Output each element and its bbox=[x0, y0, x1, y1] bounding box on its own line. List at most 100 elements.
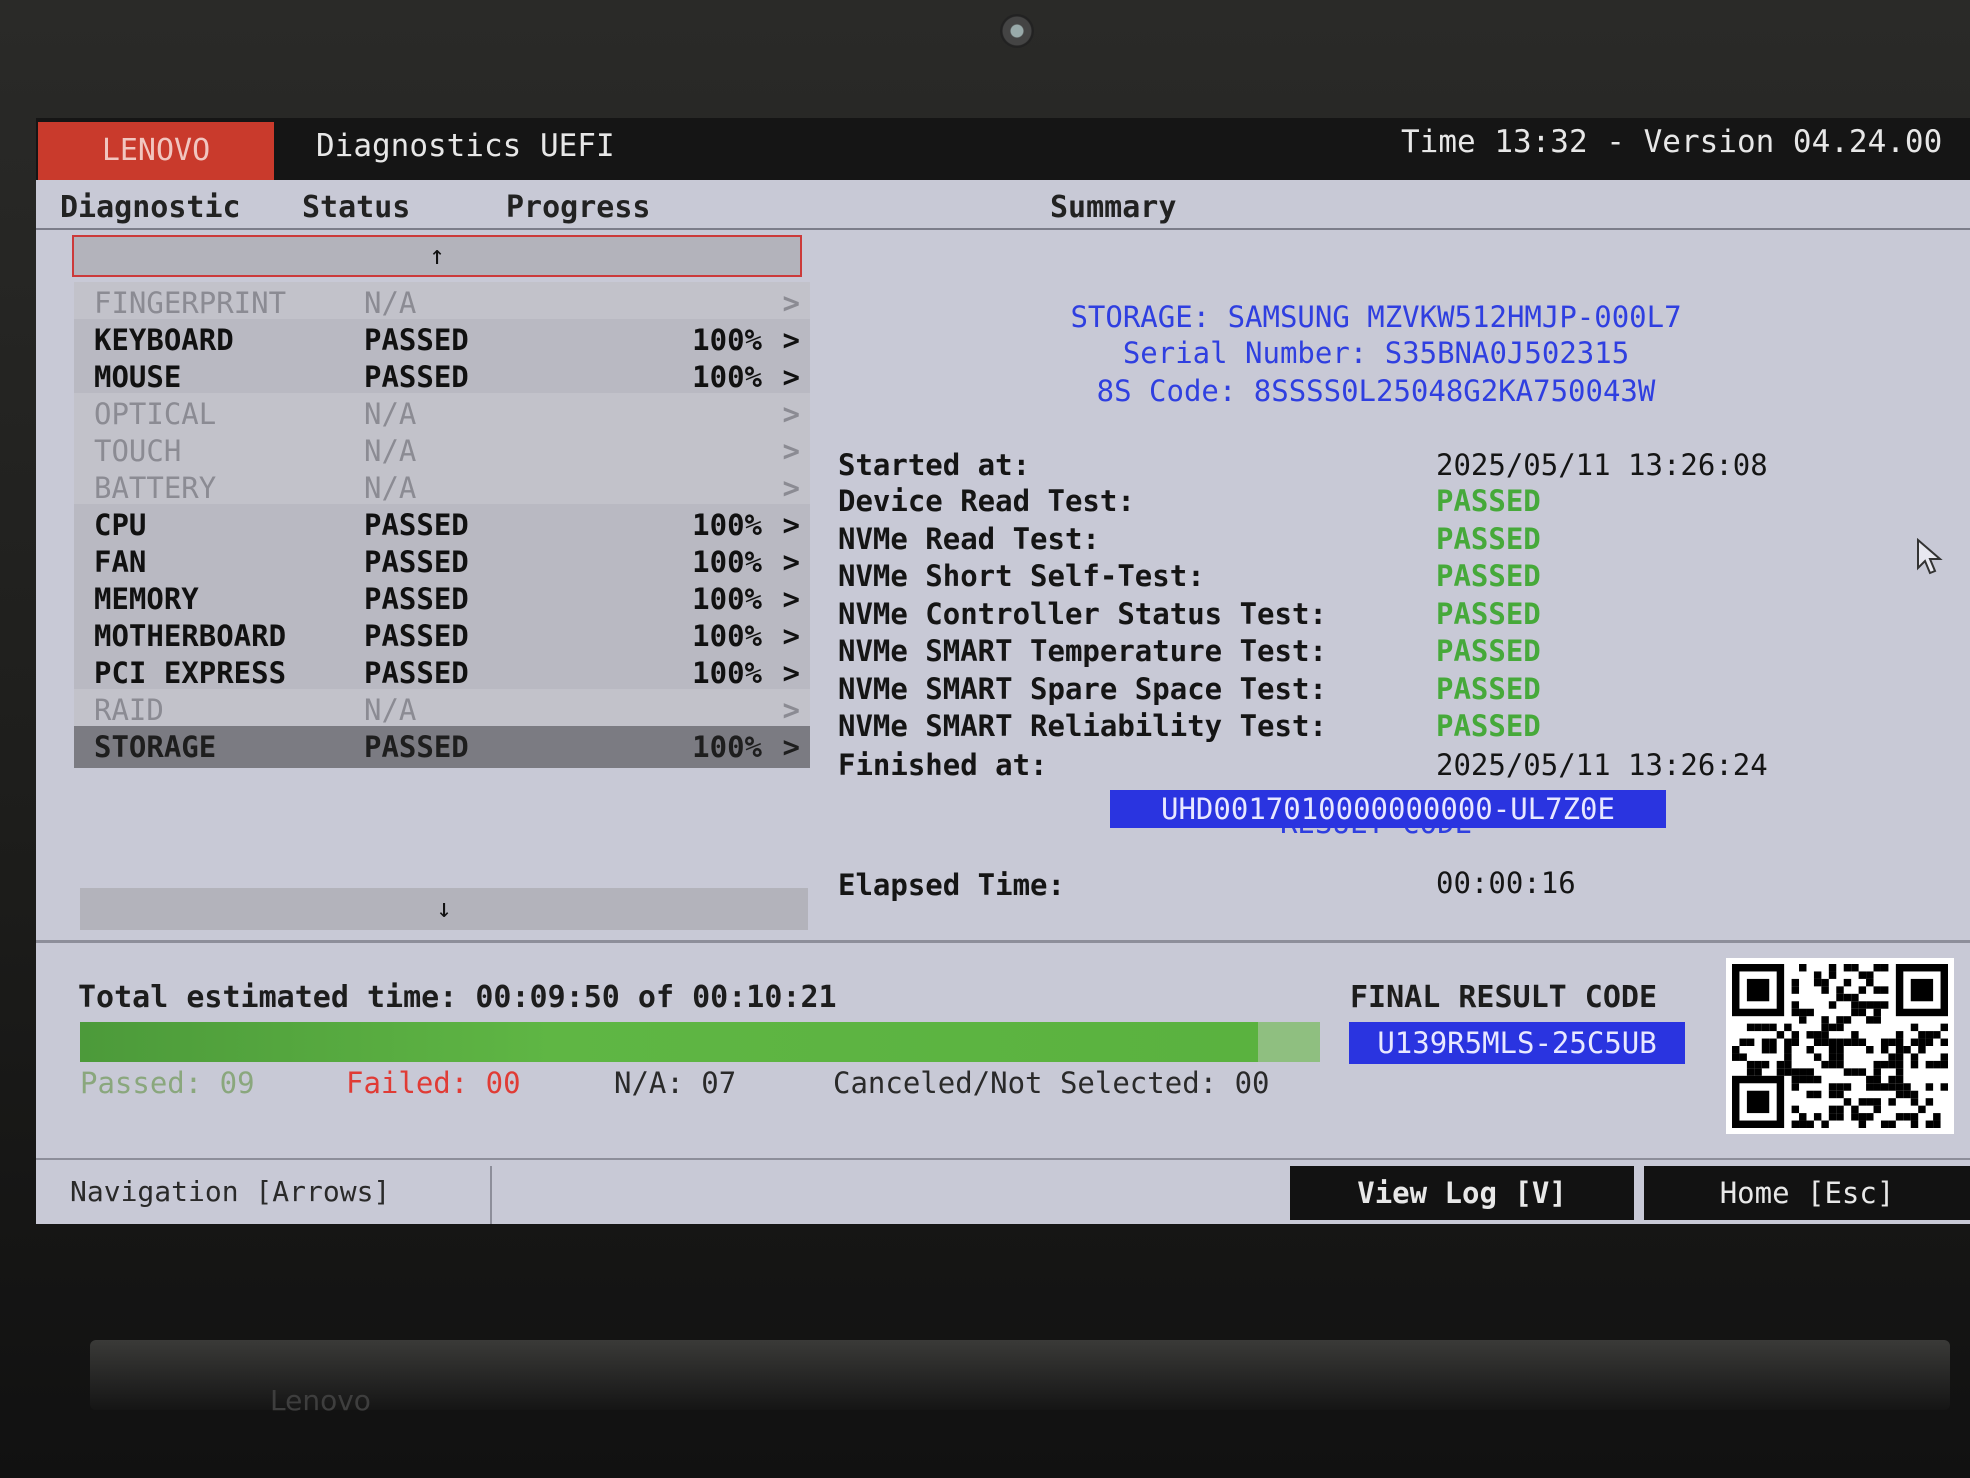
diagnostic-row[interactable]: TOUCH N/A > bbox=[74, 430, 810, 472]
laptop-logo: Lenovo bbox=[270, 1384, 371, 1417]
progress-fill bbox=[80, 1022, 1258, 1062]
test-result: PASSED bbox=[1436, 559, 1541, 593]
diagnostic-row[interactable]: FINGERPRINT N/A > bbox=[74, 282, 810, 324]
chevron-right-icon: > bbox=[782, 434, 800, 468]
title-bar: LENOVO Diagnostics UEFI Time 13:32 - Ver… bbox=[36, 118, 1970, 180]
diagnostic-name: CPU bbox=[94, 508, 147, 542]
diagnostic-status: N/A bbox=[364, 286, 417, 320]
diagnostic-row[interactable]: CPU PASSED 100% > bbox=[74, 504, 810, 546]
diagnostic-row[interactable]: KEYBOARD PASSED 100% > bbox=[74, 319, 810, 361]
elapsed-value: 00:00:16 bbox=[1436, 866, 1576, 900]
diagnostic-status: PASSED bbox=[364, 360, 469, 394]
diagnostic-status: PASSED bbox=[364, 656, 469, 690]
diagnostic-row[interactable]: FAN PASSED 100% > bbox=[74, 541, 810, 583]
time-version: Time 13:32 - Version 04.24.00 bbox=[1401, 124, 1943, 160]
diagnostic-progress: 100% bbox=[692, 656, 762, 690]
column-header-diagnostic: Diagnostic bbox=[60, 190, 241, 225]
diagnostic-row[interactable]: PCI EXPRESS PASSED 100% > bbox=[74, 652, 810, 694]
diagnostic-status: PASSED bbox=[364, 730, 469, 764]
diagnostic-status: N/A bbox=[364, 397, 417, 431]
panel-divider bbox=[36, 940, 1970, 943]
finished-value: 2025/05/11 13:26:24 bbox=[1436, 748, 1768, 782]
column-header-progress: Progress bbox=[506, 190, 651, 225]
diagnostic-progress: 100% bbox=[692, 619, 762, 653]
final-result-title: FINAL RESULT CODE bbox=[1350, 980, 1658, 1015]
column-header-status: Status bbox=[302, 190, 411, 225]
diagnostic-progress: 100% bbox=[692, 508, 762, 542]
diagnostic-name: STORAGE bbox=[94, 730, 217, 764]
failed-count: Failed: 00 bbox=[346, 1066, 521, 1100]
diagnostic-progress: 100% bbox=[692, 545, 762, 579]
test-label: NVMe Short Self-Test: bbox=[838, 559, 1205, 593]
diagnostic-row[interactable]: OPTICAL N/A > bbox=[74, 393, 810, 435]
diagnostic-name: TOUCH bbox=[94, 434, 182, 468]
view-log-button[interactable]: View Log [V] bbox=[1290, 1166, 1634, 1220]
navigation-hint: Navigation [Arrows] bbox=[66, 1166, 492, 1224]
brand-logo: LENOVO bbox=[38, 122, 274, 180]
chevron-right-icon: > bbox=[782, 360, 800, 394]
storage-device: STORAGE: SAMSUNG MZVKW512HMJP-000L7 bbox=[1070, 300, 1682, 334]
diagnostic-name: MOUSE bbox=[94, 360, 182, 394]
test-result: PASSED bbox=[1436, 521, 1541, 556]
test-result: PASSED bbox=[1436, 596, 1541, 631]
chevron-right-icon: > bbox=[782, 286, 800, 320]
8s-code: 8S Code: 8SSSS0L25048G2KA750043W bbox=[1096, 374, 1656, 408]
diagnostic-name: MOTHERBOARD bbox=[94, 619, 287, 653]
test-result: PASSED bbox=[1436, 709, 1541, 743]
final-result-code: U139R5MLS-25C5UB bbox=[1349, 1022, 1685, 1064]
finished-label: Finished at: bbox=[838, 748, 1048, 782]
diagnostic-status: PASSED bbox=[364, 582, 469, 616]
chevron-right-icon: > bbox=[782, 471, 800, 505]
chevron-right-icon: > bbox=[782, 397, 800, 431]
diagnostic-status: N/A bbox=[364, 693, 417, 727]
diagnostic-progress: 100% bbox=[692, 323, 762, 357]
test-label: NVMe Controller Status Test: bbox=[838, 596, 1327, 631]
diagnostic-row[interactable]: BATTERY N/A > bbox=[74, 467, 810, 509]
diagnostic-name: PCI EXPRESS bbox=[94, 656, 287, 690]
diagnostic-row[interactable]: RAID N/A > bbox=[74, 689, 810, 731]
started-label: Started at: bbox=[838, 448, 1031, 482]
test-result: PASSED bbox=[1436, 484, 1541, 518]
chevron-right-icon: > bbox=[782, 323, 800, 357]
test-label: NVMe SMART Spare Space Test: bbox=[838, 671, 1327, 706]
diagnostic-status: PASSED bbox=[364, 323, 469, 357]
header-divider bbox=[36, 228, 1970, 230]
chevron-right-icon: > bbox=[782, 582, 800, 616]
test-label: NVMe Read Test: bbox=[838, 521, 1100, 556]
diagnostic-status: N/A bbox=[364, 434, 417, 468]
overall-progress-bar bbox=[80, 1022, 1320, 1062]
diagnostic-row[interactable]: MOUSE PASSED 100% > bbox=[74, 356, 810, 398]
app-title: Diagnostics UEFI bbox=[316, 128, 615, 164]
total-estimated-time: Total estimated time: 00:09:50 of 00:10:… bbox=[78, 980, 837, 1015]
elapsed-label: Elapsed Time: bbox=[838, 868, 1065, 902]
mouse-cursor-icon bbox=[1917, 538, 1943, 575]
diagnostic-status: N/A bbox=[364, 471, 417, 505]
scroll-down-arrow-icon[interactable]: ↓ bbox=[80, 888, 808, 930]
passed-count: Passed: 09 bbox=[80, 1066, 255, 1100]
diagnostic-progress: 100% bbox=[692, 582, 762, 616]
footer-divider bbox=[36, 1158, 1970, 1160]
column-header-summary: Summary bbox=[1050, 190, 1177, 225]
diagnostic-name: BATTERY bbox=[94, 471, 217, 505]
serial-number: Serial Number: S35BNA0J502315 bbox=[1122, 336, 1630, 370]
chevron-right-icon: > bbox=[782, 693, 800, 727]
diagnostic-row[interactable]: MEMORY PASSED 100% > bbox=[74, 578, 810, 620]
diagnostic-name: FINGERPRINT bbox=[94, 286, 287, 320]
diagnostic-row[interactable]: STORAGE PASSED 100% > bbox=[74, 726, 810, 768]
started-value: 2025/05/11 13:26:08 bbox=[1436, 448, 1768, 482]
diagnostic-name: OPTICAL bbox=[94, 397, 217, 431]
home-button[interactable]: Home [Esc] bbox=[1644, 1166, 1970, 1220]
diagnostics-screen: LENOVO Diagnostics UEFI Time 13:32 - Ver… bbox=[36, 118, 1970, 1224]
diagnostic-name: RAID bbox=[94, 693, 164, 727]
diagnostic-name: FAN bbox=[94, 545, 147, 579]
test-result: PASSED bbox=[1436, 671, 1541, 706]
chevron-right-icon: > bbox=[782, 545, 800, 579]
diagnostic-row[interactable]: MOTHERBOARD PASSED 100% > bbox=[74, 615, 810, 657]
na-count: N/A: 07 bbox=[614, 1066, 737, 1100]
qr-code-icon bbox=[1726, 958, 1954, 1134]
webcam-icon bbox=[1000, 14, 1034, 48]
chevron-right-icon: > bbox=[782, 508, 800, 542]
scroll-up-arrow-icon[interactable]: ↑ bbox=[72, 235, 802, 277]
test-label: Device Read Test: bbox=[838, 484, 1135, 518]
diagnostic-status: PASSED bbox=[364, 508, 469, 542]
